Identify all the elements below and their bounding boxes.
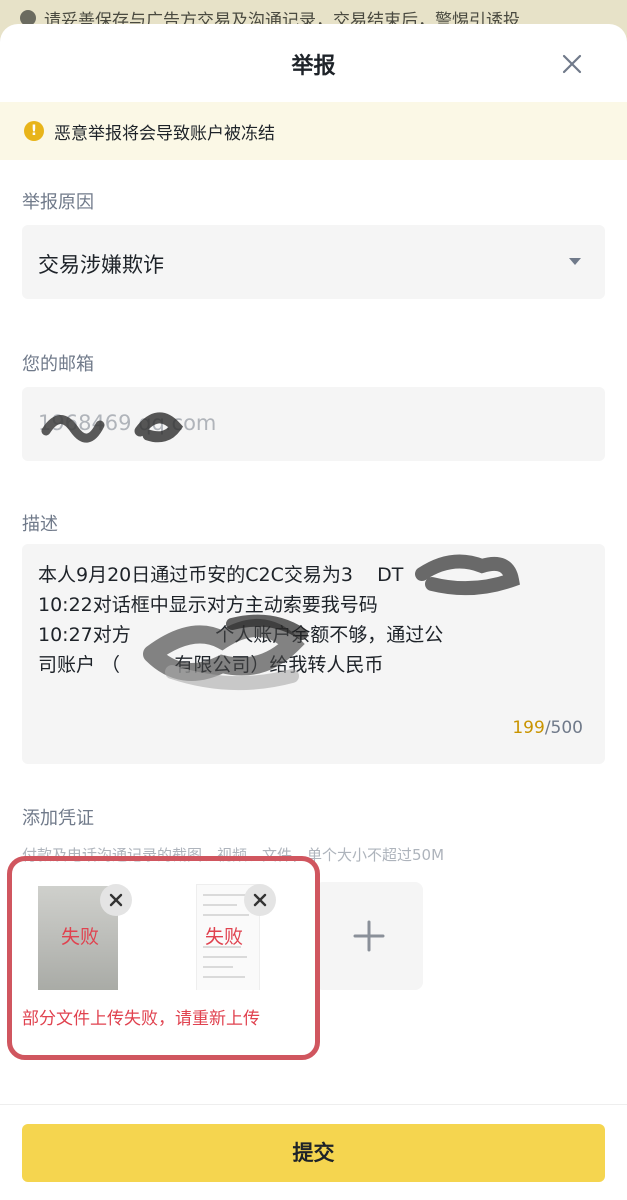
- sheet-header: 举报: [0, 24, 627, 102]
- evidence-label: 添加凭证: [22, 808, 94, 829]
- annotation-highlight-box: [7, 856, 320, 1060]
- redaction-scribble: [143, 554, 520, 691]
- email-label: 您的邮箱: [22, 354, 94, 375]
- reason-label: 举报原因: [22, 192, 94, 213]
- close-icon: [562, 54, 582, 74]
- chevron-down-icon: [569, 258, 581, 265]
- report-sheet: 举报 ! 恶意举报将会导致账户被冻结 举报原因 交易涉嫌欺诈 您的邮箱 1968…: [0, 24, 627, 1200]
- warning-icon: !: [24, 121, 44, 141]
- warning-text: 恶意举报将会导致账户被冻结: [54, 124, 275, 144]
- email-field[interactable]: 1968469 qq.com: [22, 387, 605, 461]
- description-label: 描述: [22, 514, 58, 535]
- footer-divider: [0, 1104, 627, 1105]
- character-count: 199: [512, 718, 545, 738]
- submit-button[interactable]: 提交: [22, 1124, 605, 1182]
- character-max: /500: [544, 718, 583, 738]
- close-button[interactable]: [554, 46, 590, 82]
- reason-value: 交易涉嫌欺诈: [38, 253, 164, 277]
- add-file-button[interactable]: [315, 882, 423, 990]
- character-counter: 199/500: [512, 718, 583, 738]
- reason-select[interactable]: 交易涉嫌欺诈: [22, 225, 605, 299]
- plus-icon: [353, 920, 385, 952]
- warning-banner: ! 恶意举报将会导致账户被冻结: [0, 102, 627, 160]
- redaction-scribble: [41, 412, 184, 443]
- page-title: 举报: [291, 54, 336, 79]
- description-textarea[interactable]: 本人9月20日通过币安的C2C交易为3 DT 10:22对话框中显示对方主动索要…: [22, 544, 605, 764]
